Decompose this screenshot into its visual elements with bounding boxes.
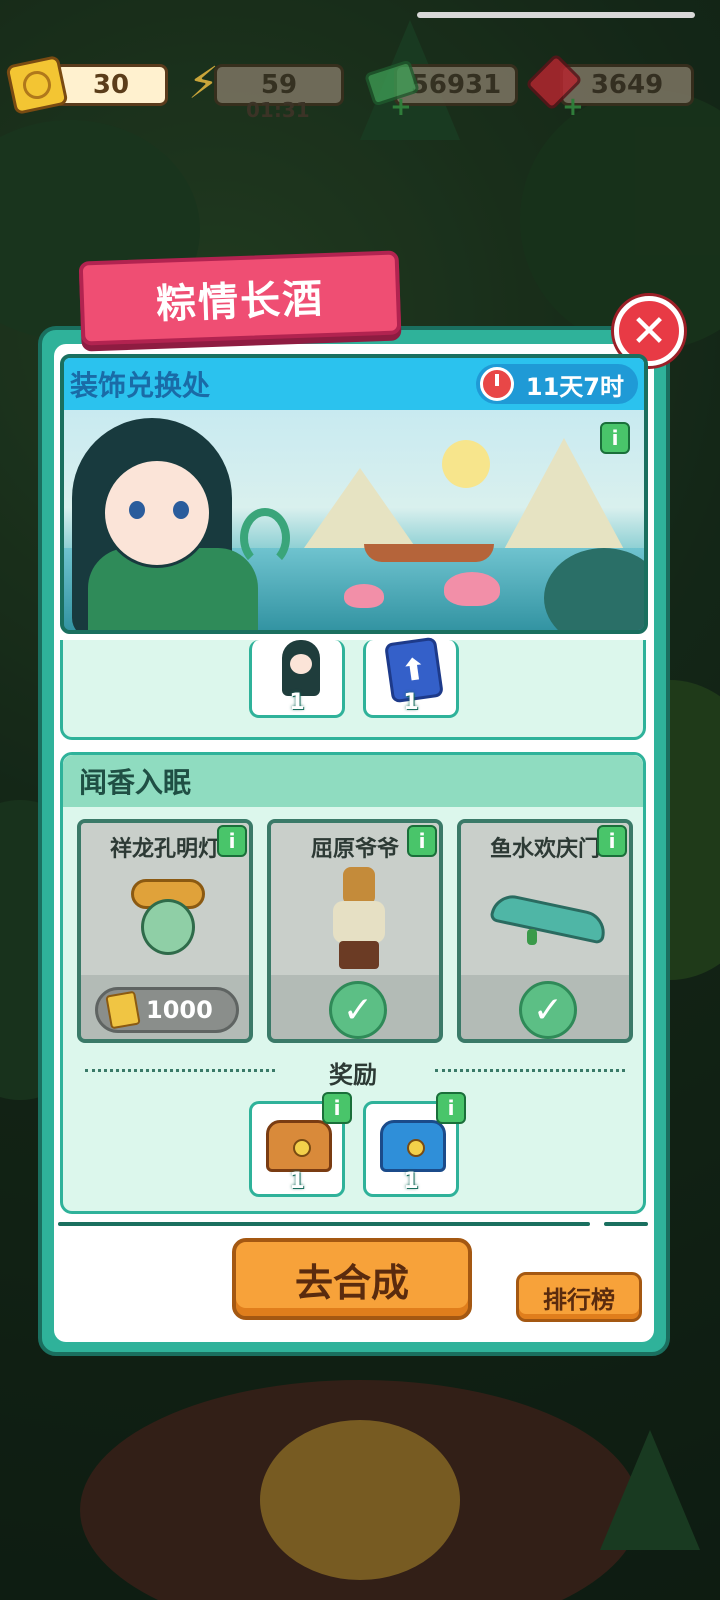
gems-value: 3649 xyxy=(590,70,664,100)
reward-count: 1 xyxy=(403,690,419,715)
go-merge-label: 去合成 xyxy=(294,1260,409,1305)
energy-timer: 01:31 xyxy=(246,98,310,122)
scroll-track xyxy=(58,1222,590,1226)
item-info-button[interactable]: i xyxy=(407,825,437,857)
reward-label: 奖励 xyxy=(329,1061,377,1089)
event-title: 粽情长酒 xyxy=(155,276,325,328)
lotus-art xyxy=(444,572,500,606)
snake-art xyxy=(240,508,290,568)
event-title-banner: 粽情长酒 xyxy=(78,250,402,346)
treasure-chest-icon xyxy=(380,1120,446,1172)
reward-count: 1 xyxy=(289,690,305,715)
reward-item[interactable]: 1 i xyxy=(363,1092,466,1197)
treasure-chest-icon xyxy=(266,1120,332,1172)
reward-divider: 奖励 xyxy=(63,1055,643,1089)
decoration-item[interactable]: 鱼水欢庆门 i ✓ xyxy=(457,819,633,1043)
reward-info-button[interactable]: i xyxy=(436,1092,466,1124)
reward-info-button[interactable]: i xyxy=(322,1092,352,1124)
tickets-counter[interactable]: 30 xyxy=(54,64,168,106)
status-bar-indicator xyxy=(417,12,695,18)
section-title: 闻香入眠 xyxy=(79,766,192,799)
ticket-icon xyxy=(105,990,141,1030)
leaderboard-button[interactable]: 排行榜 xyxy=(516,1272,642,1322)
character-face-art xyxy=(102,458,212,568)
fish-gate-icon xyxy=(489,891,609,949)
hero-info-button[interactable]: i xyxy=(600,422,630,454)
decoration-item[interactable]: 祥龙孔明灯 i 1000 xyxy=(77,819,253,1043)
energy-value: 59 xyxy=(260,70,298,100)
reward-item[interactable]: 1 xyxy=(249,640,345,718)
hero-title: 装饰兑换处 xyxy=(70,369,211,402)
lotus-art xyxy=(344,584,384,608)
reward-section-previous: 1 ⬆ 1 xyxy=(60,636,646,740)
lightning-icon: ⚡ xyxy=(188,58,219,109)
clock-icon xyxy=(479,367,514,401)
check-icon: ✓ xyxy=(519,981,577,1039)
info-icon: i xyxy=(611,426,619,450)
event-timer-value: 11天7时 xyxy=(525,372,624,401)
boat-art xyxy=(364,544,494,562)
cost-value: 1000 xyxy=(146,996,213,1024)
collection-section: 闻香入眠 祥龙孔明灯 i 1000 屈原爷爷 i ✓ 鱼水欢庆门 i ✓ 奖励 … xyxy=(60,752,646,1214)
item-info-button[interactable]: i xyxy=(217,825,247,857)
reward-item[interactable]: ⬆ 1 xyxy=(363,636,459,718)
add-gems-icon[interactable]: + xyxy=(562,92,584,122)
add-cash-icon[interactable]: + xyxy=(390,92,412,122)
go-merge-button[interactable]: 去合成 xyxy=(232,1238,472,1320)
scroll-track xyxy=(604,1222,648,1226)
item-info-button[interactable]: i xyxy=(597,825,627,857)
character-icon xyxy=(282,640,320,696)
tickets-value: 30 xyxy=(92,70,130,100)
sun-art xyxy=(442,440,490,488)
leaderboard-label: 排行榜 xyxy=(543,1285,615,1314)
reward-count: 1 xyxy=(289,1169,305,1194)
qu-yuan-statue-icon xyxy=(329,867,389,971)
reward-item[interactable]: 1 i xyxy=(249,1092,352,1197)
hero-banner: 装饰兑换处 11天7时 i xyxy=(60,354,648,634)
event-timer: 11天7时 xyxy=(475,364,638,404)
dragon-lantern-icon xyxy=(123,875,213,967)
cash-value: 56931 xyxy=(410,70,502,100)
close-icon: ✕ xyxy=(630,305,668,357)
hero-header: 装饰兑换处 11天7时 xyxy=(64,358,644,410)
cost-button[interactable]: 1000 xyxy=(95,987,239,1033)
reward-count: 1 xyxy=(403,1169,419,1194)
decoration-item[interactable]: 屈原爷爷 i ✓ xyxy=(267,819,443,1043)
check-icon: ✓ xyxy=(329,981,387,1039)
section-header: 闻香入眠 xyxy=(63,755,643,807)
